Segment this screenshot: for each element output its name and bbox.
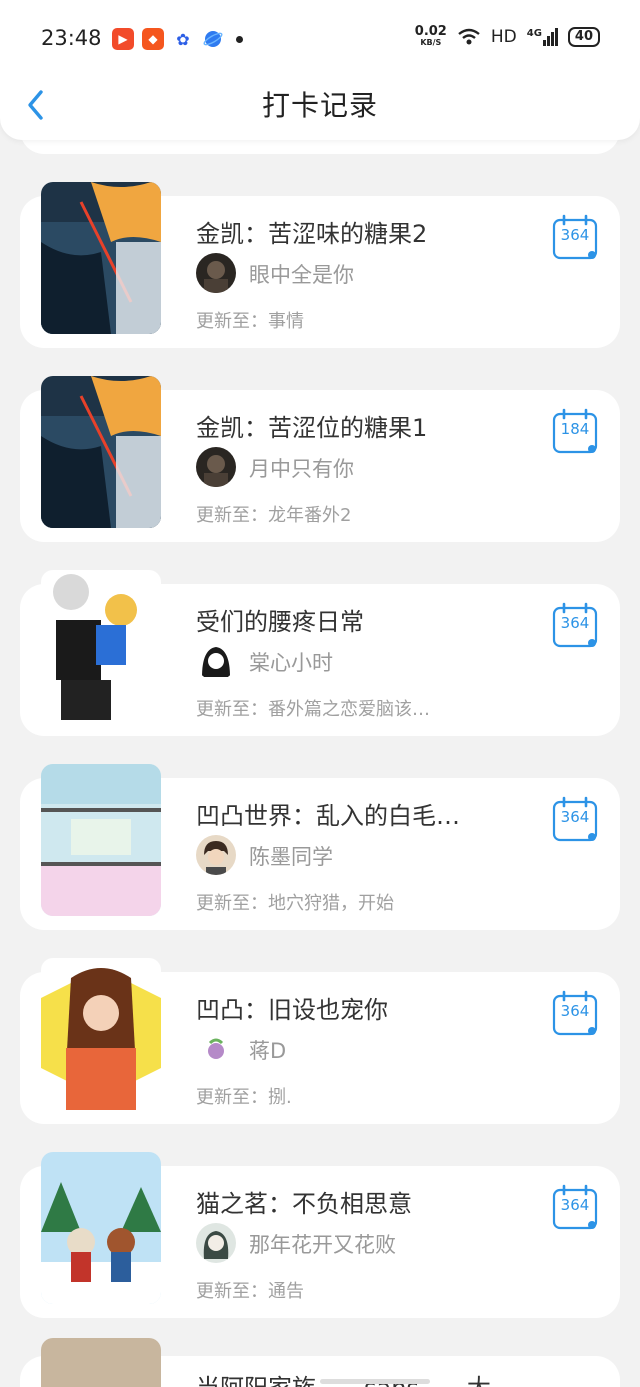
author-name: 月中只有你 <box>249 457 354 481</box>
comic-cover-image <box>41 1338 161 1387</box>
author-avatar <box>196 835 236 875</box>
comic-cover-image <box>41 764 161 916</box>
status-bar: 23:48 ▶ ◆ ✿ 0.02 KB/S HD 4G 40 <box>0 0 640 78</box>
comic-title: 当阿阳家族……sans……大 <box>196 1368 491 1387</box>
checkin-item[interactable]: 受们的腰疼日常 棠心小时 更新至：番外篇之恋爱脑该… 364 <box>20 570 620 736</box>
author-avatar <box>196 447 236 487</box>
latest-update: 更新至：捌. <box>196 1087 292 1108</box>
top-bar: 23:48 ▶ ◆ ✿ 0.02 KB/S HD 4G 40 打卡记录 <box>0 0 640 140</box>
author-name: 蒋D <box>249 1039 287 1063</box>
calendar-checkin-icon[interactable]: 364 <box>552 796 598 842</box>
comic-cover-image <box>41 376 161 528</box>
checkin-item[interactable]: 凹凸世界：乱入的白毛… 陈墨同学 更新至：地穴狩猎，开始 364 <box>20 764 620 930</box>
calendar-checkin-icon[interactable]: 364 <box>552 214 598 260</box>
net-speed: 0.02 KB/S <box>414 24 447 48</box>
latest-update: 更新至：地穴狩猎，开始 <box>196 893 394 914</box>
baidu-paw-icon: ✿ <box>172 28 194 50</box>
author-avatar <box>196 1223 236 1263</box>
latest-update: 更新至：通告 <box>196 1281 304 1302</box>
net-speed-value: 0.02 <box>414 24 447 39</box>
checkin-list: 金凯：苦涩味的糖果2 眼中全是你 更新至：事情 364 金凯：苦涩位的糖果1 月… <box>20 178 620 1318</box>
comic-cover-image <box>41 1152 161 1304</box>
author-avatar <box>196 641 236 681</box>
video-app-icon: ▶ <box>112 28 134 50</box>
calendar-checkin-icon[interactable]: 184 <box>552 408 598 454</box>
status-indicators: 0.02 KB/S HD 4G 40 <box>414 24 600 48</box>
author-name: 陈墨同学 <box>249 845 333 869</box>
browser-app-icon <box>202 28 224 50</box>
comic-cover-image <box>41 182 161 334</box>
comic-title: 凹凸：旧设也宠你 <box>196 996 388 1024</box>
notification-icons: ▶ ◆ ✿ <box>112 28 243 50</box>
home-indicator <box>320 1379 430 1384</box>
page-title: 打卡记录 <box>261 89 378 122</box>
comic-title: 金凯：苦涩位的糖果1 <box>196 414 428 442</box>
author-name: 眼中全是你 <box>249 263 354 287</box>
author-avatar <box>196 1029 236 1069</box>
comic-title: 受们的腰疼日常 <box>196 608 364 636</box>
comic-cover-image <box>41 570 161 722</box>
calendar-checkin-icon[interactable]: 364 <box>552 990 598 1036</box>
calendar-checkin-icon[interactable]: 364 <box>552 602 598 648</box>
shopping-app-icon: ◆ <box>142 28 164 50</box>
author-avatar <box>196 253 236 293</box>
author-name: 棠心小时 <box>249 651 333 675</box>
checkin-days: 364 <box>560 226 590 244</box>
checkin-days: 364 <box>560 1002 590 1020</box>
checkin-item[interactable]: 金凯：苦涩味的糖果2 眼中全是你 更新至：事情 364 <box>20 182 620 348</box>
checkin-days: 364 <box>560 808 590 826</box>
cell-signal-icon: 4G <box>527 28 558 46</box>
battery-level: 40 <box>574 29 593 44</box>
checkin-days: 364 <box>560 614 590 632</box>
status-time: 23:48 <box>41 26 102 50</box>
checkin-item[interactable]: 金凯：苦涩位的糖果1 月中只有你 更新至：龙年番外2 184 <box>20 376 620 542</box>
wifi-icon <box>458 28 480 45</box>
checkin-item[interactable]: 猫之茗：不负相思意 那年花开又花败 更新至：通告 364 <box>20 1152 620 1318</box>
comic-title: 凹凸世界：乱入的白毛… <box>196 802 460 830</box>
hd-indicator: HD <box>490 27 517 47</box>
latest-update: 更新至：龙年番外2 <box>196 505 352 526</box>
checkin-item[interactable]: 凹凸：旧设也宠你 蒋D 更新至：捌. 364 <box>20 958 620 1124</box>
battery-icon: 40 <box>567 27 600 47</box>
comic-title: 金凯：苦涩味的糖果2 <box>196 220 428 248</box>
comic-cover-image <box>41 958 161 1110</box>
more-notifications-dot-icon <box>236 35 243 43</box>
checkin-days: 184 <box>560 420 590 438</box>
latest-update: 更新至：事情 <box>196 311 304 332</box>
latest-update: 更新至：番外篇之恋爱脑该… <box>196 699 430 720</box>
author-name: 那年花开又花败 <box>249 1233 396 1257</box>
network-type: 4G <box>526 28 542 39</box>
comic-title: 猫之茗：不负相思意 <box>196 1190 412 1218</box>
checkin-days: 364 <box>560 1196 590 1214</box>
calendar-checkin-icon[interactable]: 364 <box>552 1184 598 1230</box>
